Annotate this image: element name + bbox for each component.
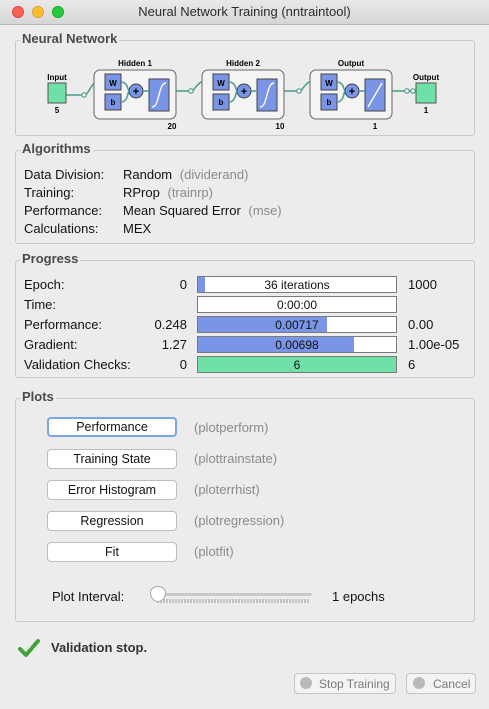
cancel-label: Cancel — [433, 677, 471, 691]
title-bar: Neural Network Training (nntraintool) — [0, 0, 489, 25]
algorithm-row-performance: Performance: — [24, 203, 102, 218]
stop-training-button[interactable]: Stop Training — [294, 673, 396, 694]
hidden1-layer: Hidden 1 W b + 20 — [93, 59, 177, 131]
plot-training-state-button[interactable]: Training State — [47, 449, 177, 469]
stop-icon — [300, 677, 312, 689]
progress-bar-text: 6 — [293, 358, 301, 372]
progress-bar-text: 0.00698 — [275, 338, 319, 352]
algorithm-value-text: RProp — [123, 185, 160, 200]
output-label: Output — [413, 73, 440, 82]
progress-row-label: Time: — [24, 297, 57, 312]
slider-ticks — [157, 599, 309, 603]
sum-symbol: + — [133, 86, 139, 98]
weight-label: W — [217, 79, 225, 88]
weight-label: W — [325, 79, 333, 88]
progress-bar-text: 0:00:00 — [276, 298, 318, 312]
algorithm-value: MEX — [123, 221, 151, 236]
output-layer: Output W b + 1 — [309, 59, 393, 131]
network-diagram: Input 5 Hidden 1 W b + 20 Hidden 2 W b +… — [47, 59, 440, 131]
input-block — [47, 82, 67, 104]
cancel-icon — [413, 677, 425, 689]
progress-row-label: Epoch: — [24, 277, 65, 292]
algorithm-row-data-division: Data Division: — [24, 167, 104, 182]
output-size: 1 — [424, 106, 429, 115]
cancel-button[interactable]: Cancel — [406, 673, 476, 694]
progress-bar-text: 36 iterations — [264, 278, 330, 292]
plot-function-label: (plotfit) — [194, 544, 234, 559]
algorithm-row-training: Training: — [24, 185, 74, 200]
status-message: Validation stop. — [51, 640, 148, 655]
algorithm-label: Calculations: — [24, 221, 99, 236]
algorithm-row-calculations: Calculations: — [24, 221, 98, 236]
progress-section-title: Progress — [20, 251, 81, 266]
progress-end-value: 1000 — [408, 277, 437, 292]
progress-start-value: 0.248 — [154, 317, 187, 332]
hidden2-label: Hidden 2 — [226, 59, 260, 68]
output-block — [415, 82, 437, 104]
progress-start-value: 0 — [179, 357, 187, 372]
hidden1-label: Hidden 1 — [118, 59, 152, 68]
plot-regression-button[interactable]: Regression — [47, 511, 177, 531]
progress-bar-text: 0.00717 — [275, 318, 319, 332]
progress-end-value: 1.00e-05 — [408, 337, 460, 352]
check-icon — [18, 639, 40, 657]
weight-label: W — [109, 79, 117, 88]
output-layer-size: 1 — [373, 122, 378, 131]
algorithm-value-text: Random — [123, 167, 173, 182]
progress-row-label: Gradient: — [24, 337, 78, 352]
algorithms-panel: Algorithms Data Division: Random (divide… — [15, 141, 475, 244]
bias-label: b — [219, 98, 224, 107]
plot-error-histogram-button[interactable]: Error Histogram — [47, 480, 177, 500]
algorithm-detail: (trainrp) — [167, 185, 213, 200]
algorithm-label: Data Division: — [24, 167, 105, 182]
progress-bar: 6 — [197, 356, 397, 373]
progress-bar: 36 iterations — [197, 276, 397, 293]
algorithms-section-title: Algorithms — [20, 141, 93, 156]
plots-panel: Plots Performance (plotperform) Training… — [15, 389, 475, 622]
progress-bar: 0.00717 — [197, 316, 397, 333]
algorithm-detail: (mse) — [248, 203, 282, 218]
output-layer-label: Output — [338, 59, 365, 68]
algorithm-value: Random (dividerand) — [123, 167, 248, 182]
progress-end-value: 0.00 — [408, 317, 434, 332]
sum-symbol: + — [349, 86, 355, 98]
sum-symbol: + — [241, 86, 247, 98]
progress-bar: 0.00698 — [197, 336, 397, 353]
algorithm-label: Training: — [24, 185, 75, 200]
algorithm-detail: (dividerand) — [179, 167, 249, 182]
progress-row-label: Validation Checks: — [24, 357, 131, 372]
plots-section-title: Plots — [20, 389, 56, 404]
neural-network-panel: Neural Network Input 5 Hidden 1 W b + 20… — [15, 31, 475, 136]
algorithm-value: RProp (trainrp) — [123, 185, 213, 200]
progress-start-value: 1.27 — [161, 337, 187, 352]
plot-performance-button[interactable]: Performance — [47, 417, 177, 437]
progress-row-label: Performance: — [24, 317, 103, 332]
progress-end-value: 6 — [408, 357, 416, 372]
bias-label: b — [111, 98, 116, 107]
plot-interval-label: Plot Interval: — [52, 589, 125, 604]
plot-function-label: (plotperform) — [194, 420, 269, 435]
algorithm-value-text: Mean Squared Error — [123, 203, 241, 218]
algorithm-label: Performance: — [24, 203, 103, 218]
plot-fit-button[interactable]: Fit — [47, 542, 177, 562]
plot-function-label: (plottrainstate) — [194, 451, 278, 466]
hidden2-size: 10 — [276, 122, 285, 131]
stop-training-label: Stop Training — [319, 677, 390, 691]
plot-function-label: (plotregression) — [194, 513, 285, 528]
algorithm-value: Mean Squared Error (mse) — [123, 203, 282, 218]
plot-interval-value: 1 epochs — [332, 589, 385, 604]
bias-label: b — [327, 98, 332, 107]
plot-interval-slider[interactable] — [150, 586, 314, 607]
plot-function-label: (ploterrhist) — [194, 482, 260, 497]
progress-start-value: 0 — [179, 277, 187, 292]
input-size: 5 — [55, 106, 60, 115]
hidden1-size: 20 — [168, 122, 177, 131]
progress-bar: 0:00:00 — [197, 296, 397, 313]
algorithm-value-text: MEX — [123, 221, 152, 236]
progress-panel: Progress Epoch: 0 36 iterations 1000 Time: 0:… — [15, 251, 475, 378]
window-title: Neural Network Training (nntraintool) — [138, 4, 351, 19]
input-label: Input — [47, 73, 67, 82]
hidden2-layer: Hidden 2 W b + 10 — [201, 59, 285, 131]
